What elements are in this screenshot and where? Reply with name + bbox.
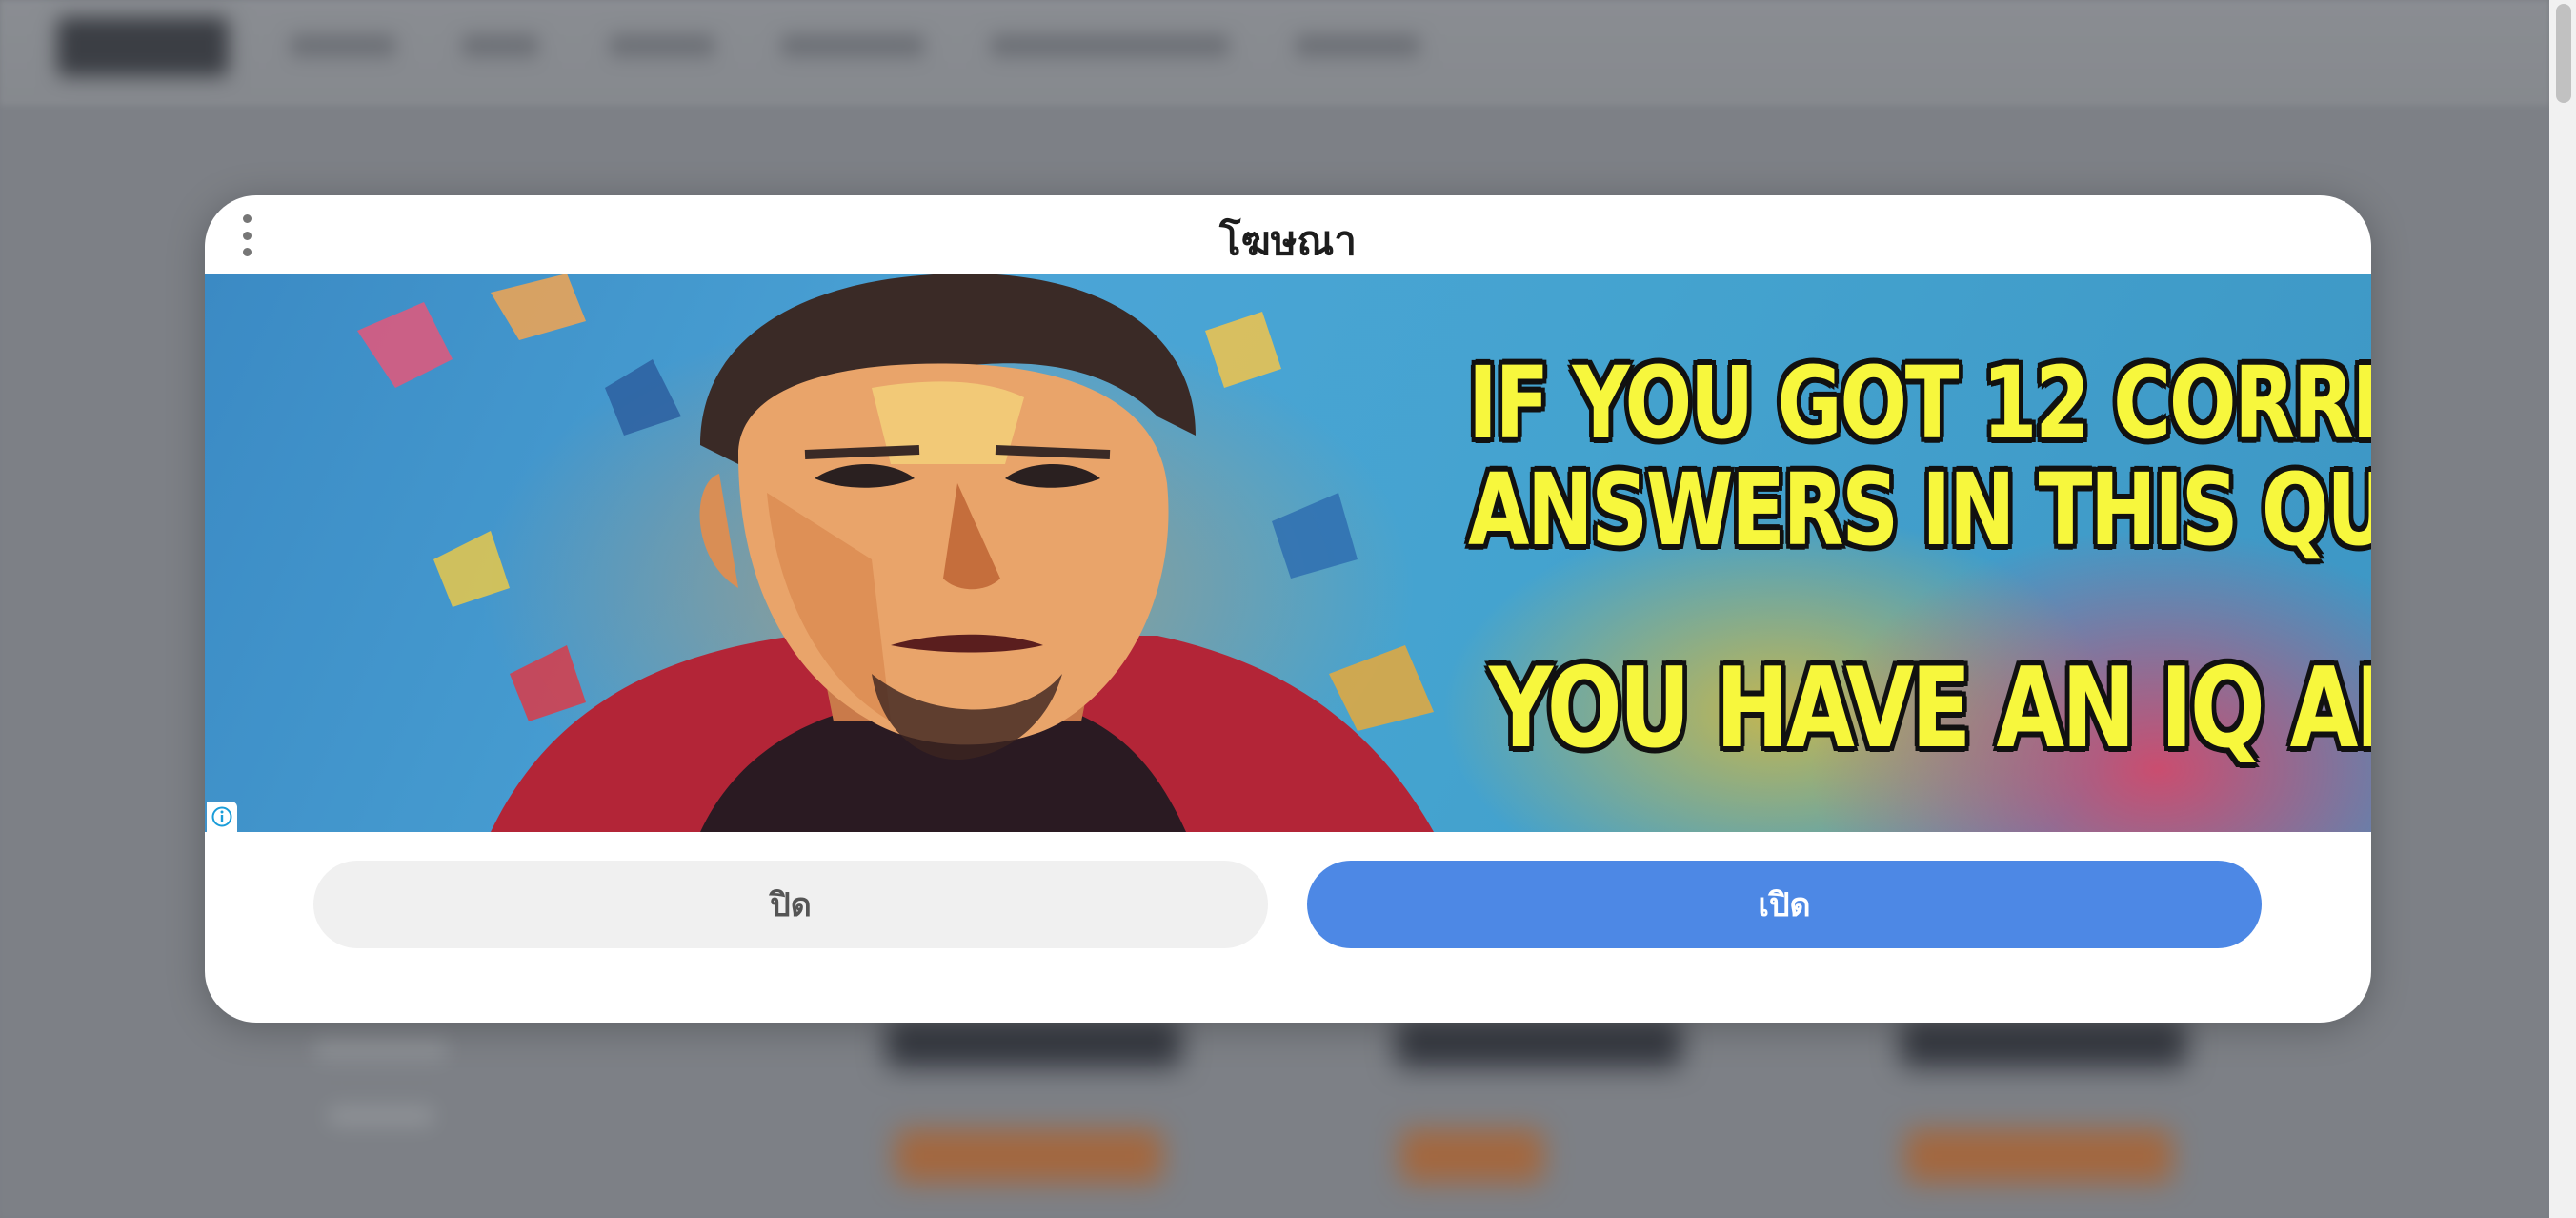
background-price bbox=[1400, 1129, 1543, 1183]
background-price bbox=[896, 1129, 1162, 1183]
background-nav-item bbox=[781, 34, 924, 57]
background-text bbox=[329, 1106, 433, 1127]
background-card bbox=[886, 1020, 1181, 1067]
background-card bbox=[1396, 1020, 1681, 1067]
ad-headline-line: ANSWERS IN THIS QUIZ bbox=[1468, 452, 2371, 568]
info-icon[interactable] bbox=[207, 802, 237, 832]
scrollbar-thumb[interactable] bbox=[2556, 4, 2571, 103]
background-nav-item bbox=[462, 34, 538, 57]
ad-modal: โฆษณา IF YOU GOT 12 CORR ANSWERS IN THIS… bbox=[205, 195, 2371, 1023]
background-nav-item bbox=[1296, 34, 1419, 57]
page-scrollbar[interactable] bbox=[2549, 0, 2576, 1218]
background-price bbox=[1905, 1129, 2172, 1183]
background-card bbox=[1901, 1020, 2186, 1067]
background-nav-item bbox=[291, 34, 395, 57]
background-text bbox=[314, 1039, 448, 1060]
open-button[interactable]: เปิด bbox=[1307, 861, 2262, 948]
ad-headline-line: IF YOU GOT 12 CORRECT bbox=[1468, 345, 2371, 461]
background-nav-item bbox=[991, 34, 1229, 57]
background-logo bbox=[57, 17, 229, 76]
ad-banner[interactable]: IF YOU GOT 12 CORRECT ANSWERS IN THIS QU… bbox=[205, 274, 2371, 832]
modal-title: โฆษณา bbox=[1219, 217, 1357, 264]
ad-subline: YOU HAVE AN IQ ABOVE 140! bbox=[1489, 644, 2371, 773]
close-button[interactable]: ปิด bbox=[313, 861, 1268, 948]
ad-headline: IF YOU GOT 12 CORRECT ANSWERS IN THIS QU… bbox=[1468, 345, 2371, 568]
background-nav-item bbox=[610, 34, 714, 57]
